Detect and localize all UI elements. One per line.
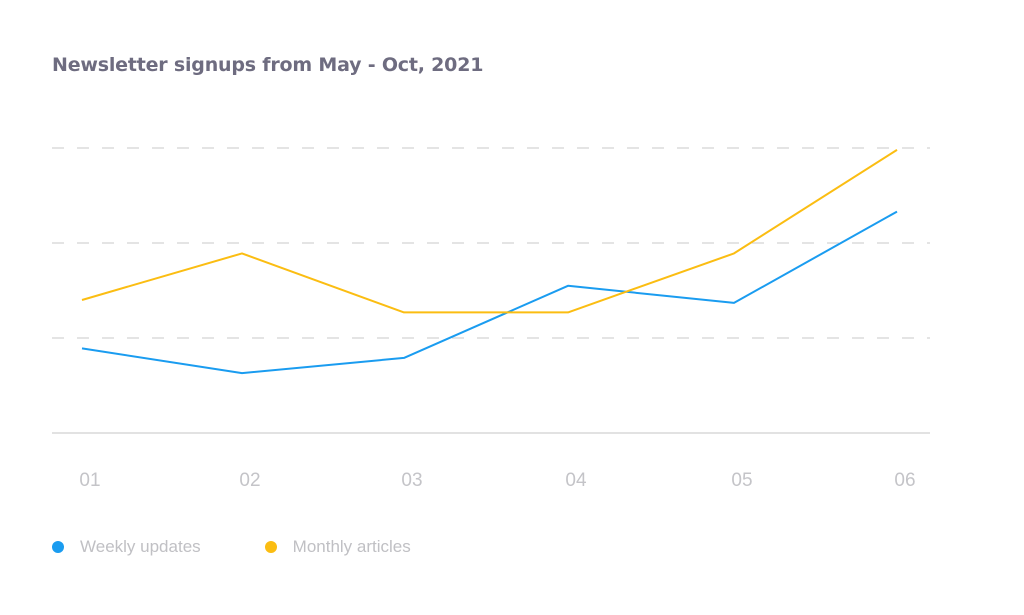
legend-dot-icon [52,541,64,553]
series-line-monthly-articles [81,149,898,314]
x-tick-label: 02 [239,470,260,491]
x-tick-labels: 01 02 03 04 05 06 [79,470,915,491]
legend: Weekly updates Monthly articles [52,537,475,557]
x-tick-label: 03 [401,470,422,491]
line-chart: 01 02 03 04 05 06 [52,147,930,491]
x-tick-label: 05 [731,470,752,491]
legend-label: Monthly articles [292,537,411,556]
legend-item: Monthly articles [264,537,411,557]
gridlines [52,147,930,339]
series-lines [81,149,898,375]
x-tick-label: 04 [565,470,587,491]
series-line-weekly-updates [81,210,898,375]
x-tick-label: 01 [79,470,100,491]
legend-label: Weekly updates [80,537,201,556]
legend-dot-icon [264,541,277,553]
x-tick-label: 06 [894,470,915,491]
legend-item: Weekly updates [52,537,201,557]
